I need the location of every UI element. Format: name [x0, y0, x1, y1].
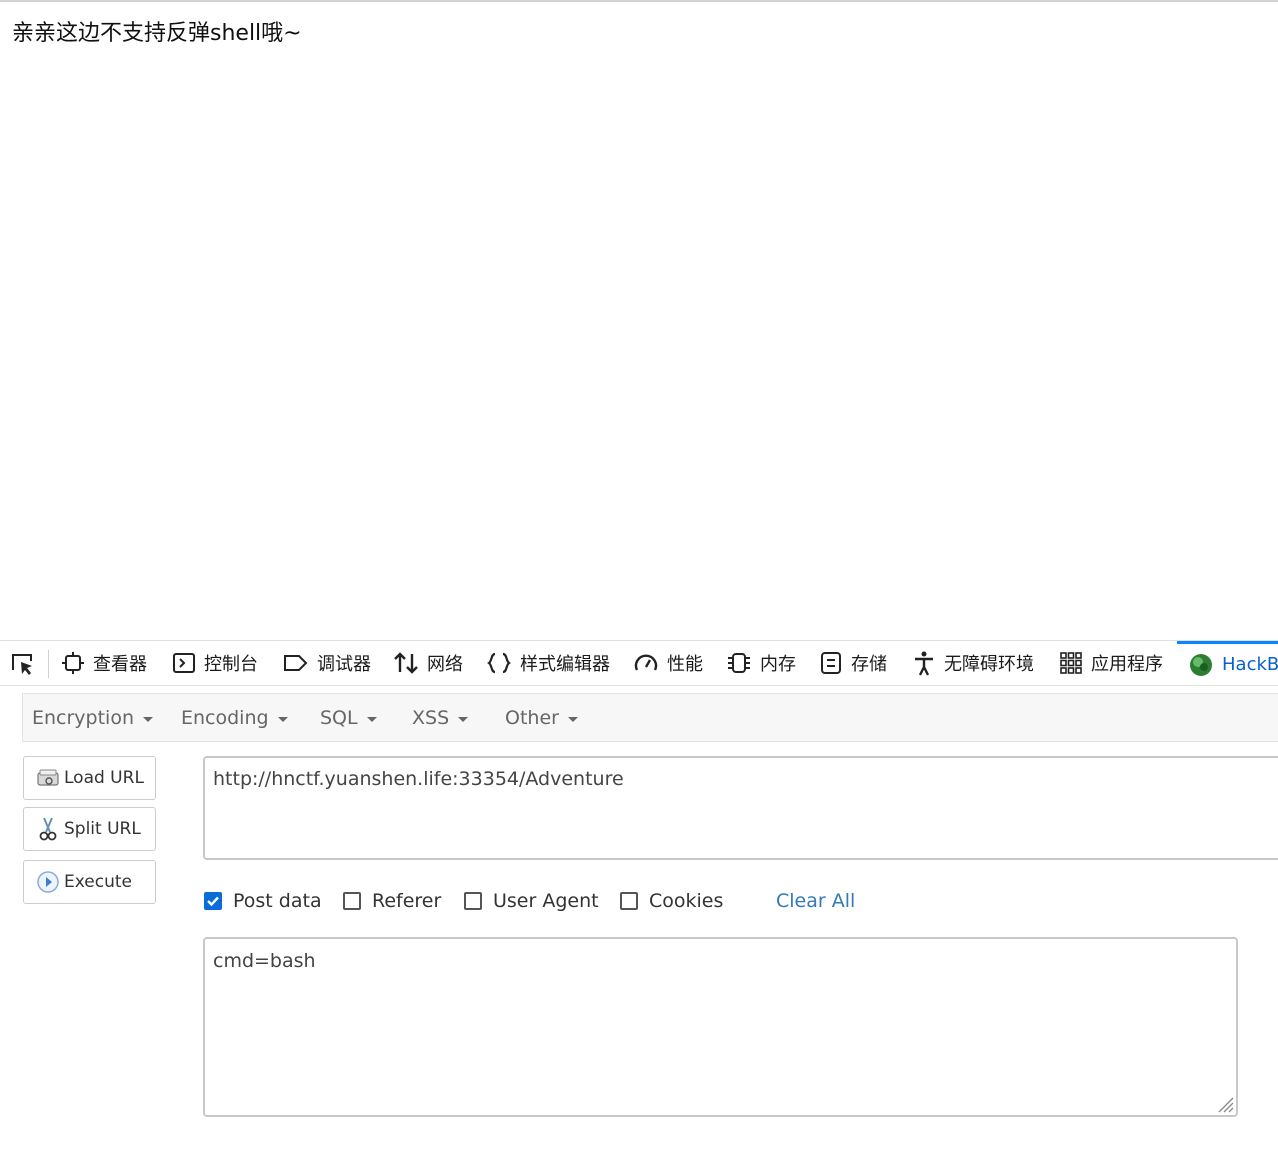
storage-icon	[821, 652, 841, 674]
user-agent-checkbox[interactable]: User Agent	[464, 887, 599, 915]
tab-label: 查看器	[93, 654, 147, 675]
caret-down-icon	[458, 716, 469, 722]
tab-label: 存储	[851, 654, 887, 675]
option-label: Cookies	[649, 890, 724, 912]
caret-down-icon	[143, 716, 154, 722]
menu-xss[interactable]: XSS	[412, 694, 469, 741]
option-label: Post data	[233, 890, 322, 912]
cookies-checkbox[interactable]: Cookies	[620, 887, 723, 915]
menu-label: Other	[505, 706, 559, 729]
checkbox-unchecked[interactable]	[464, 892, 482, 910]
inspector-icon	[62, 652, 84, 674]
post-data-input[interactable]: cmd=bash	[203, 937, 1238, 1117]
caret-down-icon	[567, 716, 578, 722]
post-data-checkbox[interactable]: Post data	[204, 887, 322, 915]
devtools-panel: 查看器 控制台 调试器 网络 样式编辑器 性能 内存 存储 无障碍环境 应用程序…	[0, 640, 1278, 1174]
menu-encoding[interactable]: Encoding	[181, 694, 288, 741]
accessibility-icon	[915, 651, 933, 676]
style-editor-icon	[487, 652, 511, 674]
button-label: Split URL	[64, 819, 141, 839]
console-icon	[173, 653, 195, 673]
scissors-icon	[36, 817, 60, 841]
performance-icon	[634, 654, 658, 671]
referer-checkbox[interactable]: Referer	[343, 887, 441, 915]
element-picker-icon[interactable]	[10, 651, 36, 677]
tab-hackbar[interactable]: HackBar	[1177, 641, 1278, 685]
clear-all-link[interactable]: Clear All	[776, 887, 855, 915]
tab-label: 性能	[667, 654, 703, 675]
play-icon	[36, 870, 60, 894]
option-label: User Agent	[493, 890, 599, 912]
tab-label: HackBar	[1222, 654, 1278, 675]
tab-storage[interactable]: 存储	[819, 641, 887, 685]
application-icon	[1060, 652, 1082, 674]
hackbar-menu-bar: Encryption Encoding SQL XSS Other	[22, 693, 1278, 742]
tab-label: 控制台	[204, 654, 258, 675]
execute-button[interactable]: Execute	[23, 860, 156, 904]
tab-label: 网络	[427, 654, 463, 675]
tab-label: 调试器	[317, 654, 371, 675]
menu-encryption[interactable]: Encryption	[32, 694, 154, 741]
tab-label: 内存	[760, 654, 796, 675]
tab-label: 应用程序	[1091, 654, 1163, 675]
load-url-icon	[36, 766, 60, 790]
network-icon	[394, 652, 418, 674]
menu-label: XSS	[412, 706, 450, 729]
load-url-button[interactable]: Load URL	[23, 756, 156, 800]
debugger-icon	[284, 655, 308, 671]
tab-style-editor[interactable]: 样式编辑器	[486, 641, 610, 685]
devtools-toolbar: 查看器 控制台 调试器 网络 样式编辑器 性能 内存 存储 无障碍环境 应用程序…	[0, 640, 1278, 686]
checkbox-unchecked[interactable]	[343, 892, 361, 910]
menu-other[interactable]: Other	[505, 694, 578, 741]
top-border	[0, 0, 1278, 2]
toolbar-separator	[48, 650, 49, 678]
menu-label: SQL	[320, 706, 358, 729]
caret-down-icon	[366, 716, 377, 722]
tab-network[interactable]: 网络	[393, 641, 463, 685]
post-data-value: cmd=bash	[213, 950, 316, 972]
checkbox-unchecked[interactable]	[620, 892, 638, 910]
button-label: Execute	[64, 872, 132, 892]
tab-debugger[interactable]: 调试器	[283, 641, 371, 685]
memory-icon	[728, 653, 750, 673]
tab-accessibility[interactable]: 无障碍环境	[912, 641, 1034, 685]
tab-performance[interactable]: 性能	[633, 641, 703, 685]
caret-down-icon	[277, 716, 288, 722]
url-input[interactable]: http://hnctf.yuanshen.life:33354/Adventu…	[203, 756, 1278, 860]
hackbar-icon	[1190, 653, 1212, 676]
tab-label: 样式编辑器	[520, 654, 610, 675]
tab-memory[interactable]: 内存	[726, 641, 796, 685]
menu-label: Encoding	[181, 706, 269, 729]
button-label: Load URL	[64, 768, 144, 788]
tab-application[interactable]: 应用程序	[1059, 641, 1163, 685]
checkbox-checked[interactable]	[204, 892, 222, 910]
tab-label: 无障碍环境	[944, 654, 1034, 675]
menu-label: Encryption	[32, 706, 135, 729]
checkmark-icon	[207, 896, 219, 907]
tab-inspector[interactable]: 查看器	[61, 641, 147, 685]
page-message: 亲亲这边不支持反弹shell哦~	[12, 21, 302, 46]
menu-sql[interactable]: SQL	[320, 694, 377, 741]
tab-console[interactable]: 控制台	[172, 641, 258, 685]
resize-handle-icon[interactable]	[1214, 1093, 1234, 1113]
option-label: Referer	[372, 890, 442, 912]
split-url-button[interactable]: Split URL	[23, 807, 156, 851]
